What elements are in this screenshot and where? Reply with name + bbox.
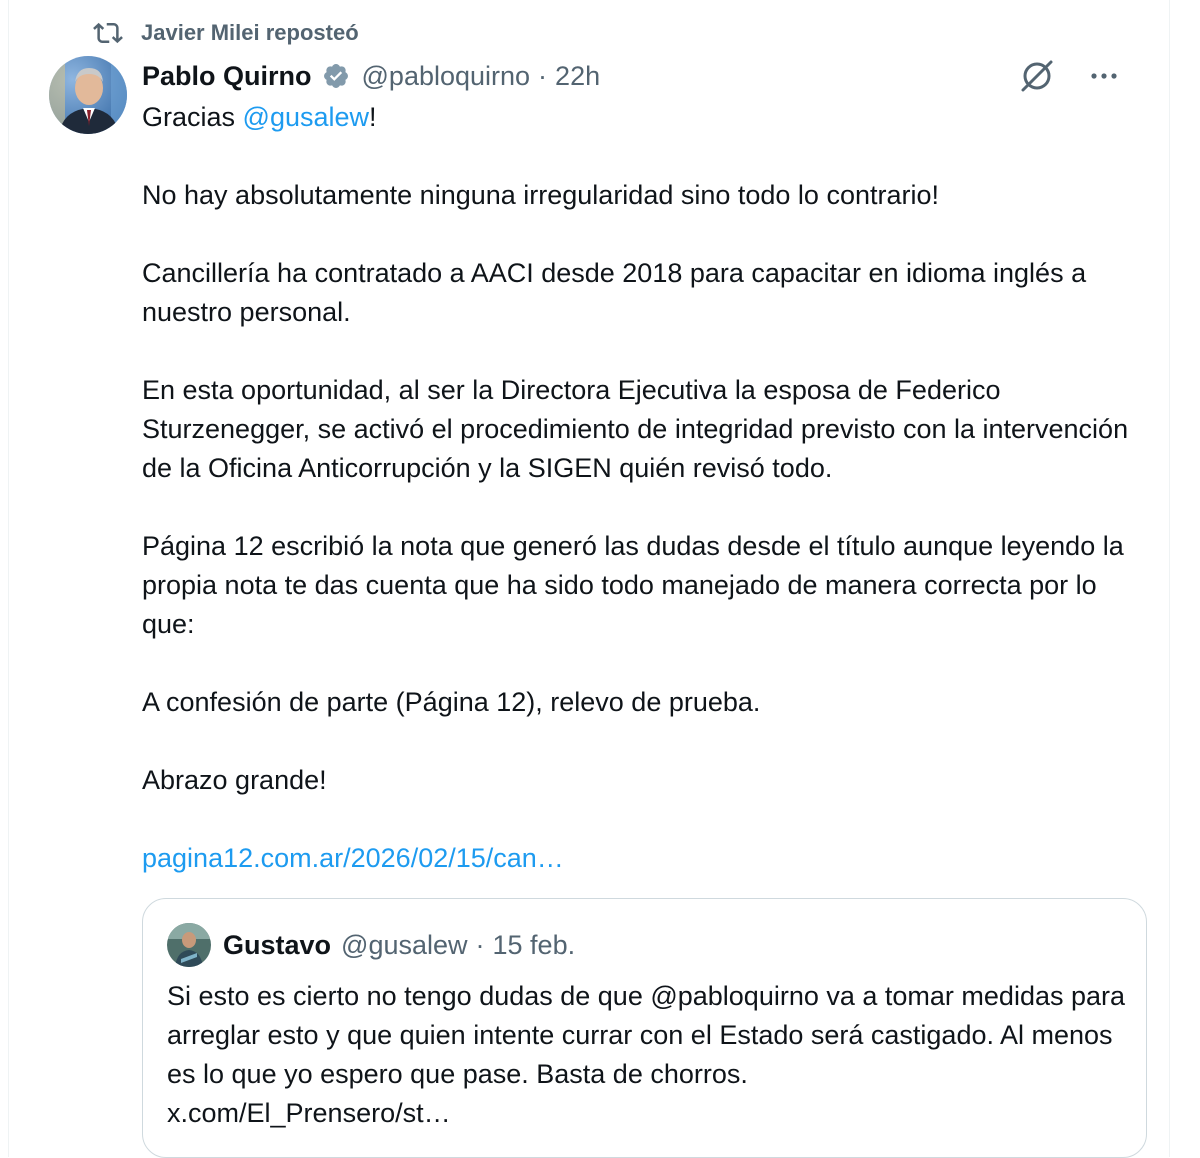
tweet-text: Gracias @gusalew! No hay absolutamente n… bbox=[142, 98, 1152, 917]
tweet-timestamp[interactable]: 22h bbox=[555, 61, 600, 92]
tweet-header: Pablo Quirno @pabloquirno · 22h bbox=[142, 56, 600, 96]
author-name[interactable]: Pablo Quirno bbox=[142, 61, 312, 92]
repost-indicator[interactable]: Javier Milei reposteó bbox=[93, 16, 359, 50]
quoted-author-name[interactable]: Gustavo bbox=[223, 930, 331, 961]
quoted-avatar-image bbox=[167, 923, 211, 967]
quoted-header-separator: · bbox=[475, 929, 485, 960]
quoted-text-body: Si esto es cierto no tengo dudas de que … bbox=[167, 981, 1126, 1089]
tweet-paragraph-3: Cancillería ha contratado a AACI desde 2… bbox=[142, 258, 1087, 327]
greeting-suffix: ! bbox=[369, 102, 377, 132]
repost-label: Javier Milei reposteó bbox=[141, 20, 359, 45]
external-link[interactable]: pagina12.com.ar/2026/02/15/can… bbox=[142, 843, 564, 873]
avatar-image bbox=[49, 56, 127, 134]
tweet-paragraph-link: pagina12.com.ar/2026/02/15/can… bbox=[142, 839, 1152, 878]
tweet-paragraph-7: Abrazo grande! bbox=[142, 765, 327, 795]
tweet-paragraph-5: Página 12 escribió la nota que generó la… bbox=[142, 531, 1124, 639]
tweet-top-actions bbox=[1019, 56, 1119, 96]
more-icon[interactable] bbox=[1089, 61, 1119, 91]
mention-link[interactable]: @gusalew bbox=[243, 102, 369, 132]
greeting-text: Gracias bbox=[142, 102, 243, 132]
author-avatar[interactable] bbox=[49, 56, 127, 134]
quoted-author-avatar[interactable] bbox=[167, 923, 211, 967]
quoted-link[interactable]: x.com/El_Prensero/st… bbox=[167, 1094, 1127, 1133]
tweet-paragraph-4: En esta oportunidad, al ser la Directora… bbox=[142, 375, 1129, 483]
grok-icon[interactable] bbox=[1019, 58, 1055, 94]
tweet-paragraph-2: No hay absolutamente ninguna irregularid… bbox=[142, 180, 940, 210]
quoted-tweet-text: Si esto es cierto no tengo dudas de que … bbox=[167, 977, 1127, 1133]
tweet-paragraph-6: A confesión de parte (Página 12), relevo… bbox=[142, 687, 761, 717]
quoted-author-handle[interactable]: @gusalew bbox=[341, 930, 467, 961]
quoted-date[interactable]: 15 feb. bbox=[493, 930, 576, 961]
tweet-paragraph-1: Gracias @gusalew! bbox=[142, 98, 1152, 137]
author-handle[interactable]: @pabloquirno bbox=[362, 61, 531, 92]
header-separator: · bbox=[538, 60, 548, 91]
repost-icon bbox=[93, 22, 123, 44]
verified-badge-icon[interactable] bbox=[322, 62, 350, 90]
quoted-tweet-header: Gustavo @gusalew · 15 feb. bbox=[167, 923, 575, 967]
quoted-tweet[interactable]: Gustavo @gusalew · 15 feb. Si esto es ci… bbox=[142, 898, 1147, 1158]
tweet-card[interactable]: Javier Milei reposteó Pablo Quirno @pabl… bbox=[8, 0, 1170, 1158]
